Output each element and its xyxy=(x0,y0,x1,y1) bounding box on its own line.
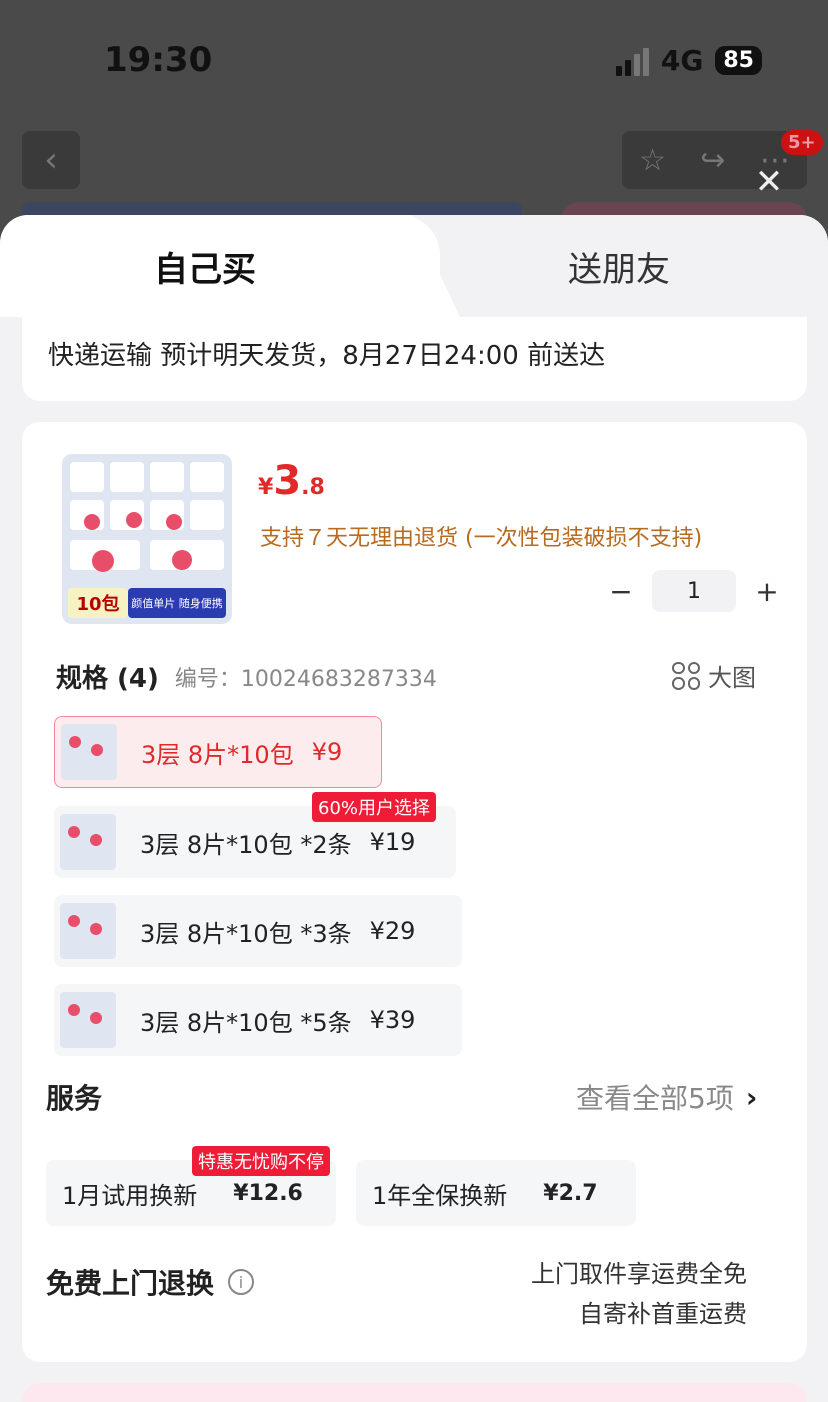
sku-thumbnail xyxy=(60,814,116,870)
network-label: 4G xyxy=(660,44,704,77)
product-price: ¥3.8 xyxy=(258,458,325,504)
service-option-2[interactable]: 1年全保换新 ¥2.7 xyxy=(356,1160,636,1226)
product-card: 10包 颜值单片 随身便携 ¥3.8 支持７天无理由退货 (一次性包装破损不支持… xyxy=(22,422,807,1362)
spec-title: 规格 (4) xyxy=(56,664,159,694)
price-integer: 3 xyxy=(273,458,302,504)
service-label: 1年全保换新 xyxy=(372,1181,508,1210)
back-button[interactable]: ‹ xyxy=(22,131,80,189)
sku-label: 3层 8片*10包 *2条 xyxy=(140,830,352,859)
status-time: 19:30 xyxy=(104,40,213,80)
free-return-label: 免费上门退换 xyxy=(46,1267,215,1300)
sku-label: 3层 8片*10包 *3条 xyxy=(140,919,352,948)
sku-label: 3层 8片*10包 xyxy=(141,740,294,769)
sku-option-4[interactable]: 3层 8片*10包 *5条 ¥39 xyxy=(54,984,462,1056)
increment-button[interactable]: + xyxy=(752,575,782,608)
sku-thumbnail xyxy=(60,992,116,1048)
grid-icon xyxy=(672,661,700,690)
view-all-services-link[interactable]: 查看全部5项 › xyxy=(576,1077,757,1117)
signal-icon xyxy=(615,46,649,76)
sku-option-2[interactable]: 3层 8片*10包 *2条 ¥19 60%用户选择 xyxy=(54,792,456,878)
sku-option-1[interactable]: 3层 8片*10包 ¥9 xyxy=(54,716,382,788)
service-label: 1月试用换新 xyxy=(62,1181,198,1210)
sku-price: ¥19 xyxy=(369,828,416,856)
big-picture-button[interactable]: 大图 xyxy=(672,658,756,693)
price-currency: ¥ xyxy=(258,475,274,500)
battery-icon: 85 xyxy=(715,46,762,75)
sku-thumbnail xyxy=(61,724,117,780)
view-all-label: 查看全部5项 xyxy=(576,1082,734,1115)
thumb-count-label: 10包 xyxy=(68,588,128,618)
sku-price: ¥29 xyxy=(369,917,416,945)
delivery-info: 快递运输 预计明天发货，8月27日24:00 前送达 xyxy=(22,317,807,401)
price-decimal: .8 xyxy=(301,475,325,500)
product-code: 编号：10024683287334 xyxy=(174,666,437,692)
decrement-button[interactable]: − xyxy=(606,575,636,608)
free-return-title: 免费上门退换 i xyxy=(46,1262,255,1302)
thumb-note-label: 颜值单片 随身便携 xyxy=(128,588,226,618)
tab-buy-self[interactable]: 自己买 xyxy=(0,215,440,317)
sku-thumbnail xyxy=(60,903,116,959)
chevron-left-icon: ‹ xyxy=(44,140,58,180)
tab-bar: 送朋友 自己买 xyxy=(0,215,828,317)
service-price: ¥12.6 xyxy=(233,1180,303,1206)
close-icon[interactable]: ✕ xyxy=(753,165,785,200)
spec-header: 规格 (4) 编号：10024683287334 xyxy=(56,658,768,695)
quantity-stepper: − 1 + xyxy=(606,570,782,612)
share-icon[interactable]: ↪ xyxy=(700,143,725,178)
product-thumbnail[interactable]: 10包 颜值单片 随身便携 xyxy=(62,454,232,624)
notification-badge: 5+ xyxy=(781,130,823,155)
sku-price: ¥39 xyxy=(369,1006,416,1034)
chevron-right-icon: › xyxy=(745,1080,758,1114)
big-picture-label: 大图 xyxy=(708,664,756,692)
info-icon[interactable]: i xyxy=(228,1269,255,1295)
service-title: 服务 xyxy=(46,1082,103,1115)
bottom-section-peek xyxy=(22,1383,807,1402)
star-icon[interactable]: ☆ xyxy=(639,143,666,178)
free-return-line1: 上门取件享运费全免 xyxy=(531,1260,747,1288)
service-option-1[interactable]: 1月试用换新 ¥12.6 特惠无忧购不停 xyxy=(46,1146,336,1226)
purchase-sheet: 送朋友 自己买 快递运输 预计明天发货，8月27日24:00 前送达 10包 颜… xyxy=(0,215,828,1402)
return-policy-note: 支持７天无理由退货 (一次性包装破损不支持) xyxy=(260,526,703,551)
sku-option-3[interactable]: 3层 8片*10包 *3条 ¥29 xyxy=(54,895,462,967)
free-return-line2: 自寄补首重运费 xyxy=(579,1300,747,1328)
popular-tag: 60%用户选择 xyxy=(312,792,437,822)
free-return-details: 上门取件享运费全免 自寄补首重运费 xyxy=(531,1254,747,1334)
sku-price: ¥9 xyxy=(311,738,343,766)
status-bar-right: 4G 85 xyxy=(615,44,762,77)
tab-gift-friend[interactable]: 送朋友 xyxy=(410,215,828,317)
service-promo-tag: 特惠无忧购不停 xyxy=(192,1146,330,1176)
quantity-input[interactable]: 1 xyxy=(652,570,736,612)
service-price: ¥2.7 xyxy=(543,1180,598,1206)
sku-label: 3层 8片*10包 *5条 xyxy=(140,1008,352,1037)
